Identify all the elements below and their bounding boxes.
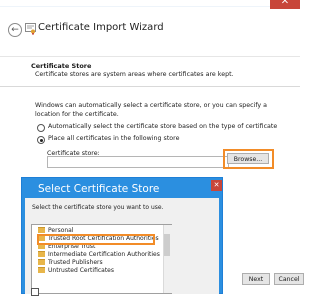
folder-icon <box>38 259 45 265</box>
back-button[interactable]: ← <box>8 23 22 37</box>
window-close-button[interactable]: ✕ <box>270 0 300 9</box>
close-icon: ✕ <box>213 181 220 189</box>
browse-button[interactable]: Browse... <box>227 153 269 164</box>
folder-icon <box>38 267 45 273</box>
tree-item-trusted-publishers[interactable]: Trusted Publishers <box>38 259 103 267</box>
auto-select-radio[interactable] <box>37 124 45 132</box>
close-icon: ✕ <box>280 0 290 7</box>
section-title: Certificate Store <box>31 62 92 70</box>
folder-icon <box>38 227 45 233</box>
wizard-title: Certificate Import Wizard <box>38 22 164 33</box>
section-separator <box>0 86 300 87</box>
auto-select-label[interactable]: Automatically select the certificate sto… <box>48 123 277 130</box>
certificate-icon <box>25 23 36 35</box>
back-arrow-icon: ← <box>11 25 19 35</box>
place-in-store-radio[interactable] <box>37 136 45 144</box>
cancel-button[interactable]: Cancel <box>274 273 304 285</box>
section-description: Certificate stores are system areas wher… <box>35 71 234 78</box>
dialog-prompt: Select the certificate store you want to… <box>32 204 164 211</box>
folder-icon <box>38 251 45 257</box>
intro-text: Windows can automatically select a certi… <box>35 102 268 118</box>
tree-item-untrusted[interactable]: Untrusted Certificates <box>38 267 114 275</box>
certificate-store-field[interactable] <box>47 156 229 168</box>
tree-item-intermediate[interactable]: Intermediate Certification Authorities <box>38 251 160 259</box>
tree-scroll-thumb[interactable] <box>164 234 170 256</box>
dialog-title: Select Certificate Store <box>38 183 160 195</box>
header-divider <box>0 56 300 57</box>
window-frame <box>0 0 300 7</box>
next-button[interactable]: Next <box>242 273 270 285</box>
selected-store-highlight <box>37 234 155 245</box>
place-in-store-label[interactable]: Place all certificates in the following … <box>48 135 179 142</box>
dialog-close-button[interactable]: ✕ <box>211 180 222 191</box>
show-physical-stores-checkbox[interactable] <box>31 288 39 296</box>
